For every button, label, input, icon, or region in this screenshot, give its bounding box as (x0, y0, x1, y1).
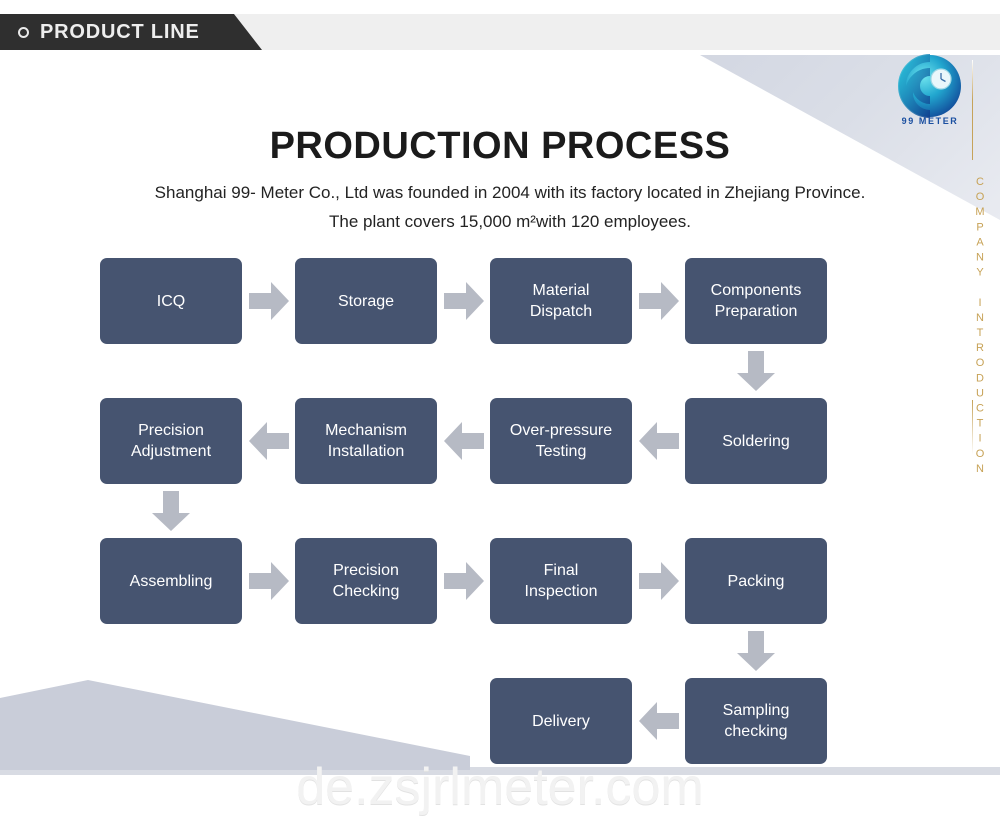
arrow-right-row3-3 (638, 562, 679, 600)
process-node-over-pressure-testing: Over-pressure Testing (490, 398, 632, 484)
process-node-mechanism-installation: Mechanism Installation (295, 398, 437, 484)
process-node-precision-adjustment: Precision Adjustment (100, 398, 242, 484)
process-node-label: Precision Checking (332, 562, 400, 600)
process-node-label: Delivery (532, 712, 590, 730)
side-rule-bottom (972, 400, 973, 455)
process-node-label: Assembling (129, 572, 213, 590)
process-node-label: Precision Adjustment (130, 422, 212, 460)
process-node-label: ICQ (156, 292, 186, 310)
arrow-down-packing-to-sampling (737, 631, 775, 671)
process-node-icq: ICQ (100, 258, 242, 344)
slide-canvas: PRODUCT LINE 99 METER COMPANY INTRODUCTI… (0, 0, 1000, 832)
arrow-right-row1-3 (638, 282, 679, 320)
page-title: PRODUCTION PROCESS (269, 125, 731, 167)
decorative-wedge-bottom-left (0, 680, 470, 770)
process-node-delivery: Delivery (490, 678, 632, 764)
decorative-band-bottom (0, 767, 1000, 775)
banner-product-line: PRODUCT LINE (0, 14, 262, 50)
side-vertical-label: COMPANY INTRODUCTION (974, 176, 986, 478)
arrow-right-row3-1 (248, 562, 289, 600)
process-node-label: Components Preparation (710, 282, 802, 320)
process-node-material-dispatch: Material Dispatch (490, 258, 632, 344)
process-node-final-inspection: Final Inspection (490, 538, 632, 624)
process-node-label: Over-pressure Testing (509, 422, 613, 460)
process-node-assembling: Assembling (100, 538, 242, 624)
process-node-precision-checking: Precision Checking (295, 538, 437, 624)
arrow-left-row2-1 (248, 422, 289, 460)
intro-paragraph: Shanghai 99- Meter Co., Ltd was founded … (154, 183, 866, 231)
arrow-right-row1-2 (443, 282, 484, 320)
process-node-packing: Packing (685, 538, 827, 624)
arrow-right-row3-2 (443, 562, 484, 600)
process-node-components-preparation: Components Preparation (685, 258, 827, 344)
site-watermark: de.zsjrlmeter.com (296, 758, 704, 816)
process-node-soldering: Soldering (685, 398, 827, 484)
arrow-left-row2-3 (638, 422, 679, 460)
arrow-right-row1-1 (248, 282, 289, 320)
arrow-down-components-to-precision (737, 351, 775, 391)
circle-icon (18, 26, 29, 38)
arrow-left-row4-1 (638, 702, 679, 740)
arrow-down-soldering-to-assembling (152, 491, 190, 531)
process-node-label: Packing (727, 572, 785, 590)
banner-label: PRODUCT LINE (40, 20, 200, 43)
arrow-left-row2-2 (443, 422, 484, 460)
process-node-label: Storage (337, 292, 395, 310)
process-node-storage: Storage (295, 258, 437, 344)
process-node-label: Mechanism Installation (325, 422, 407, 460)
process-node-label: Sampling checking (722, 702, 790, 740)
process-node-label: Final Inspection (524, 562, 598, 600)
process-node-label: Soldering (722, 432, 790, 450)
company-logo: 99 METER (888, 52, 972, 128)
process-node-label: Material Dispatch (529, 282, 593, 320)
process-node-sampling-checking: Sampling checking (685, 678, 827, 764)
